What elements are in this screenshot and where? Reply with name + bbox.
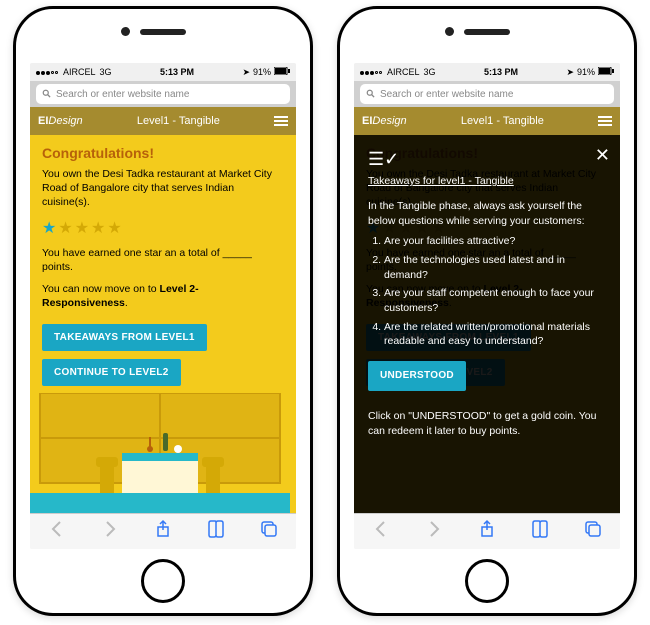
safari-toolbar: [354, 513, 620, 549]
search-icon: [42, 89, 52, 99]
question-item: Are the technologies used latest and in …: [384, 253, 606, 282]
questions-list: Are your facilities attractive? Are the …: [384, 234, 606, 349]
bookmarks-icon[interactable]: [206, 519, 226, 544]
share-icon[interactable]: [477, 519, 497, 544]
overlay-intro: In the Tangible phase, always ask yourse…: [368, 199, 606, 228]
app-header: EIDesign Level1 - Tangible: [354, 107, 620, 135]
home-button[interactable]: [465, 559, 509, 603]
screen-left: AIRCEL 3G 5:13 PM ➤ 91% Search or enter …: [30, 63, 296, 549]
overlay-title: Takeaways for level1 - Tangible: [368, 174, 606, 189]
screen-right: AIRCEL 3G 5:13 PM ➤ 91% Search or enter …: [354, 63, 620, 549]
battery-icon: [274, 67, 290, 77]
address-placeholder: Search or enter website name: [56, 89, 189, 100]
move-on-text: You can now move on to Level 2- Responsi…: [42, 282, 284, 310]
browser-search-row: Search or enter website name: [30, 81, 296, 107]
forward-icon[interactable]: [424, 519, 444, 544]
question-item: Are your staff competent enough to face …: [384, 286, 606, 315]
share-icon[interactable]: [153, 519, 173, 544]
close-icon[interactable]: ✕: [595, 143, 610, 168]
phone-camera: [445, 27, 454, 36]
status-bar: AIRCEL 3G 5:13 PM ➤ 91%: [30, 63, 296, 81]
safari-toolbar: [30, 513, 296, 549]
battery-pct: 91%: [253, 67, 271, 77]
phone-left: AIRCEL 3G 5:13 PM ➤ 91% Search or enter …: [13, 6, 313, 616]
network-label: 3G: [100, 67, 112, 77]
continue-button[interactable]: CONTINUE TO LEVEL2: [42, 359, 181, 386]
battery-pct: 91%: [577, 67, 595, 77]
network-label: 3G: [424, 67, 436, 77]
level-title: Level1 - Tangible: [91, 115, 266, 127]
question-item: Are the related written/promotional mate…: [384, 320, 606, 349]
congrats-heading: Congratulations!: [42, 145, 284, 161]
level-complete-panel: Congratulations! You own the Desi Tadka …: [30, 135, 296, 513]
address-bar[interactable]: Search or enter website name: [360, 84, 614, 104]
phone-speaker: [464, 29, 510, 35]
restaurant-scene-illustration: [30, 393, 290, 513]
understood-button[interactable]: UNDERSTOOD: [368, 361, 466, 391]
star-rating: ★★★★★: [42, 218, 284, 238]
clock-label: 5:13 PM: [116, 67, 239, 77]
app-header: EIDesign Level1 - Tangible: [30, 107, 296, 135]
signal-dots-icon: [36, 67, 59, 77]
takeaways-overlay: ✕ ☰✓ Takeaways for level1 - Tangible In …: [354, 135, 620, 513]
search-icon: [366, 89, 376, 99]
menu-icon[interactable]: [598, 116, 612, 126]
location-icon: ➤: [566, 67, 574, 78]
phone-speaker: [140, 29, 186, 35]
carrier-label: AIRCEL: [387, 67, 420, 77]
home-button[interactable]: [141, 559, 185, 603]
clock-label: 5:13 PM: [440, 67, 563, 77]
bookmarks-icon[interactable]: [530, 519, 550, 544]
checklist-icon: ☰✓: [368, 147, 399, 172]
phone-camera: [121, 27, 130, 36]
level-title: Level1 - Tangible: [415, 115, 590, 127]
dual-phone-mockup: AIRCEL 3G 5:13 PM ➤ 91% Search or enter …: [0, 0, 650, 616]
address-placeholder: Search or enter website name: [380, 89, 513, 100]
address-bar[interactable]: Search or enter website name: [36, 84, 290, 104]
question-item: Are your facilities attractive?: [384, 234, 606, 249]
browser-search-row: Search or enter website name: [354, 81, 620, 107]
app-logo: EIDesign: [362, 115, 407, 127]
status-bar: AIRCEL 3G 5:13 PM ➤ 91%: [354, 63, 620, 81]
phone-right: AIRCEL 3G 5:13 PM ➤ 91% Search or enter …: [337, 6, 637, 616]
forward-icon[interactable]: [100, 519, 120, 544]
overlay-hint: Click on "UNDERSTOOD" to get a gold coin…: [368, 409, 606, 438]
menu-icon[interactable]: [274, 116, 288, 126]
tabs-icon[interactable]: [259, 519, 279, 544]
location-icon: ➤: [242, 67, 250, 78]
points-earned: You have earned one star an a total of _…: [42, 246, 284, 274]
takeaways-button[interactable]: TAKEAWAYS FROM LEVEL1: [42, 324, 207, 351]
carrier-label: AIRCEL: [63, 67, 96, 77]
restaurant-desc: You own the Desi Tadka restaurant at Mar…: [42, 167, 284, 210]
battery-icon: [598, 67, 614, 77]
app-logo: EIDesign: [38, 115, 83, 127]
back-icon[interactable]: [47, 519, 67, 544]
back-icon[interactable]: [371, 519, 391, 544]
signal-dots-icon: [360, 67, 383, 77]
tabs-icon[interactable]: [583, 519, 603, 544]
